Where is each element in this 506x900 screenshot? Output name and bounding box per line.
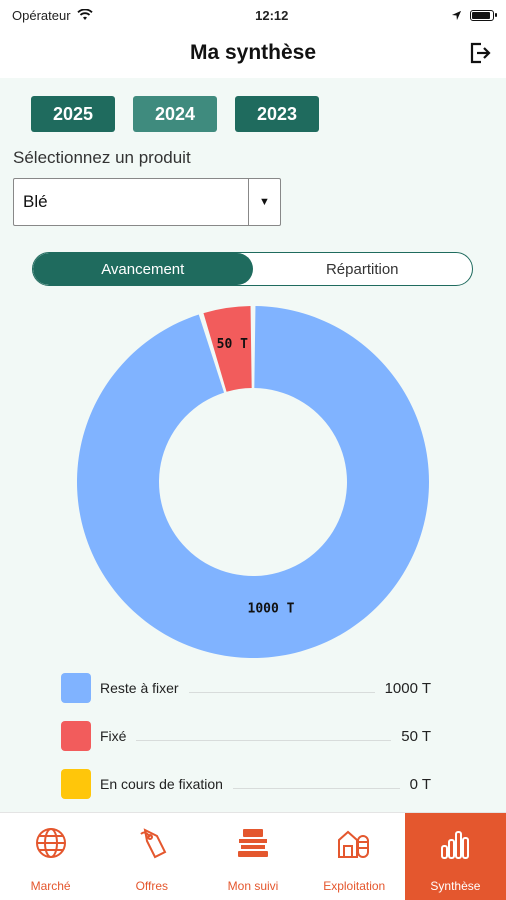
globe-icon [33,825,69,861]
bottom-tab-bar: Marché Offres Mon suivi Exploitation Syn… [0,812,506,900]
legend-row-fixe: Fixé 50 T [61,721,431,751]
clock: 12:12 [255,7,289,23]
tab-label: Offres [135,879,169,893]
content-area: 2025 2024 2023 Sélectionnez un produit B… [0,78,506,812]
carrier-label: Opérateur [12,7,71,23]
legend-divider [136,739,392,741]
view-toggle: Avancement Répartition [32,252,473,286]
dropdown-arrow-icon: ▼ [248,179,280,225]
tab-label: Exploitation [323,879,386,893]
tab-mon-suivi[interactable]: Mon suivi [202,813,303,900]
tab-repartition[interactable]: Répartition [253,253,473,285]
legend-swatch [61,673,91,703]
cash-register-icon [235,825,271,861]
product-select-label: Sélectionnez un produit [13,148,191,167]
tab-marche[interactable]: Marché [0,813,101,900]
legend-swatch [61,769,91,799]
legend-divider [188,691,375,693]
year-selector: 2025 2024 2023 [31,96,319,132]
tab-exploitation[interactable]: Exploitation [304,813,405,900]
legend-label: Fixé [100,728,127,744]
donut-data-label-0: 1000 T [248,602,295,617]
page-title: Ma synthèse [189,41,317,64]
legend-label: En cours de fixation [100,776,223,792]
nav-bar: Ma synthèse [0,30,506,76]
legend-swatch [61,721,91,751]
legend-value: 50 T [401,727,431,745]
product-select[interactable]: Blé ▼ [13,178,281,226]
location-arrow-icon [451,10,462,20]
farm-barn-icon [336,825,372,861]
legend-value: 1000 T [384,679,431,697]
status-bar: Opérateur 12:12 [0,0,506,30]
price-tag-icon [134,825,170,861]
legend-row-en-cours: En cours de fixation 0 T [61,769,431,799]
logout-button[interactable] [466,39,494,67]
legend-label: Reste à fixer [100,680,179,696]
tab-synthese[interactable]: Synthèse [404,813,506,900]
tab-label: Mon suivi [227,879,279,893]
product-select-value: Blé [23,192,48,211]
logout-icon [470,42,491,64]
year-button-2025[interactable]: 2025 [31,96,115,132]
tab-label: Marché [30,879,71,893]
wifi-icon [76,9,93,20]
legend-divider [232,787,400,789]
tab-avancement[interactable]: Avancement [33,253,253,285]
bar-chart-icon [437,825,473,861]
tab-offres[interactable]: Offres [101,813,202,900]
battery-icon [469,9,497,21]
tab-label: Synthèse [430,879,481,893]
year-button-2023[interactable]: 2023 [235,96,319,132]
year-button-2024[interactable]: 2024 [133,96,217,132]
legend-value: 0 T [409,775,431,793]
donut-data-label-1: 50 T [217,337,248,352]
donut-chart: 1000 T 50 T [77,306,430,658]
legend-row-reste: Reste à fixer 1000 T [61,673,431,703]
